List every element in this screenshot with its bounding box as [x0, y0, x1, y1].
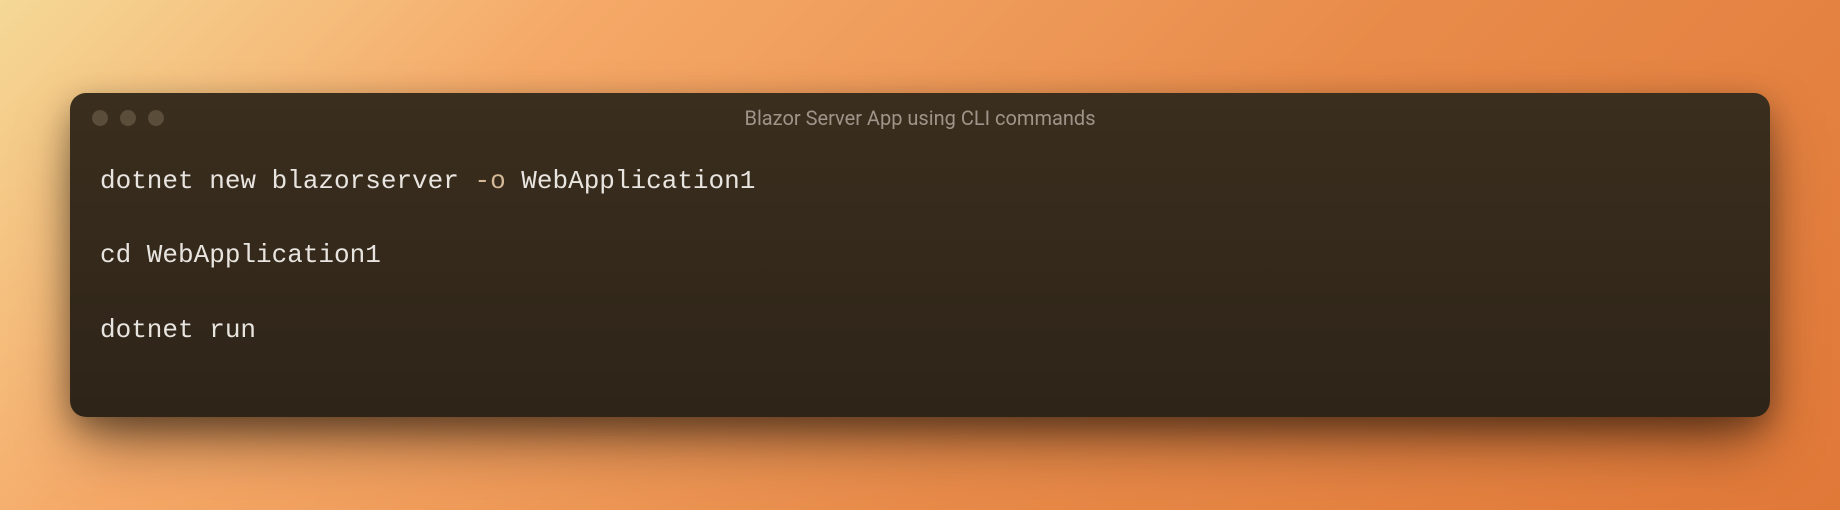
terminal-body[interactable]: dotnet new blazorserver -o WebApplicatio… — [70, 143, 1770, 417]
terminal-window: Blazor Server App using CLI commands dot… — [70, 93, 1770, 417]
command-text: dotnet run — [100, 315, 256, 345]
command-text: cd WebApplication1 — [100, 240, 381, 270]
command-flag: -o — [474, 166, 505, 196]
terminal-line: dotnet run — [100, 312, 1740, 348]
terminal-line: dotnet new blazorserver -o WebApplicatio… — [100, 163, 1740, 199]
close-icon[interactable] — [92, 110, 108, 126]
command-text: WebApplication1 — [506, 166, 756, 196]
terminal-line: cd WebApplication1 — [100, 237, 1740, 273]
title-bar: Blazor Server App using CLI commands — [70, 93, 1770, 143]
minimize-icon[interactable] — [120, 110, 136, 126]
command-text: dotnet new blazorserver — [100, 166, 474, 196]
maximize-icon[interactable] — [148, 110, 164, 126]
traffic-lights — [92, 110, 164, 126]
window-title: Blazor Server App using CLI commands — [744, 106, 1095, 130]
